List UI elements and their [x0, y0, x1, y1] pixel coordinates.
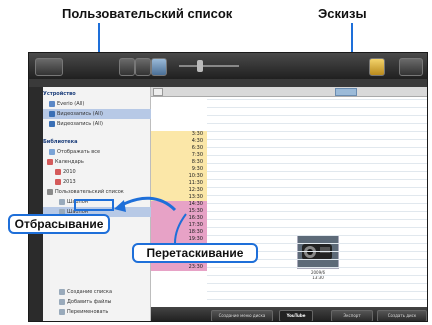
drag-arrow-head	[114, 200, 126, 212]
drag-connector	[174, 213, 187, 244]
drag-arrows	[114, 196, 187, 244]
drop-callout: Отбрасывание	[8, 214, 110, 234]
drag-arrow-path	[119, 196, 177, 212]
drag-callout: Перетаскивание	[132, 243, 258, 263]
